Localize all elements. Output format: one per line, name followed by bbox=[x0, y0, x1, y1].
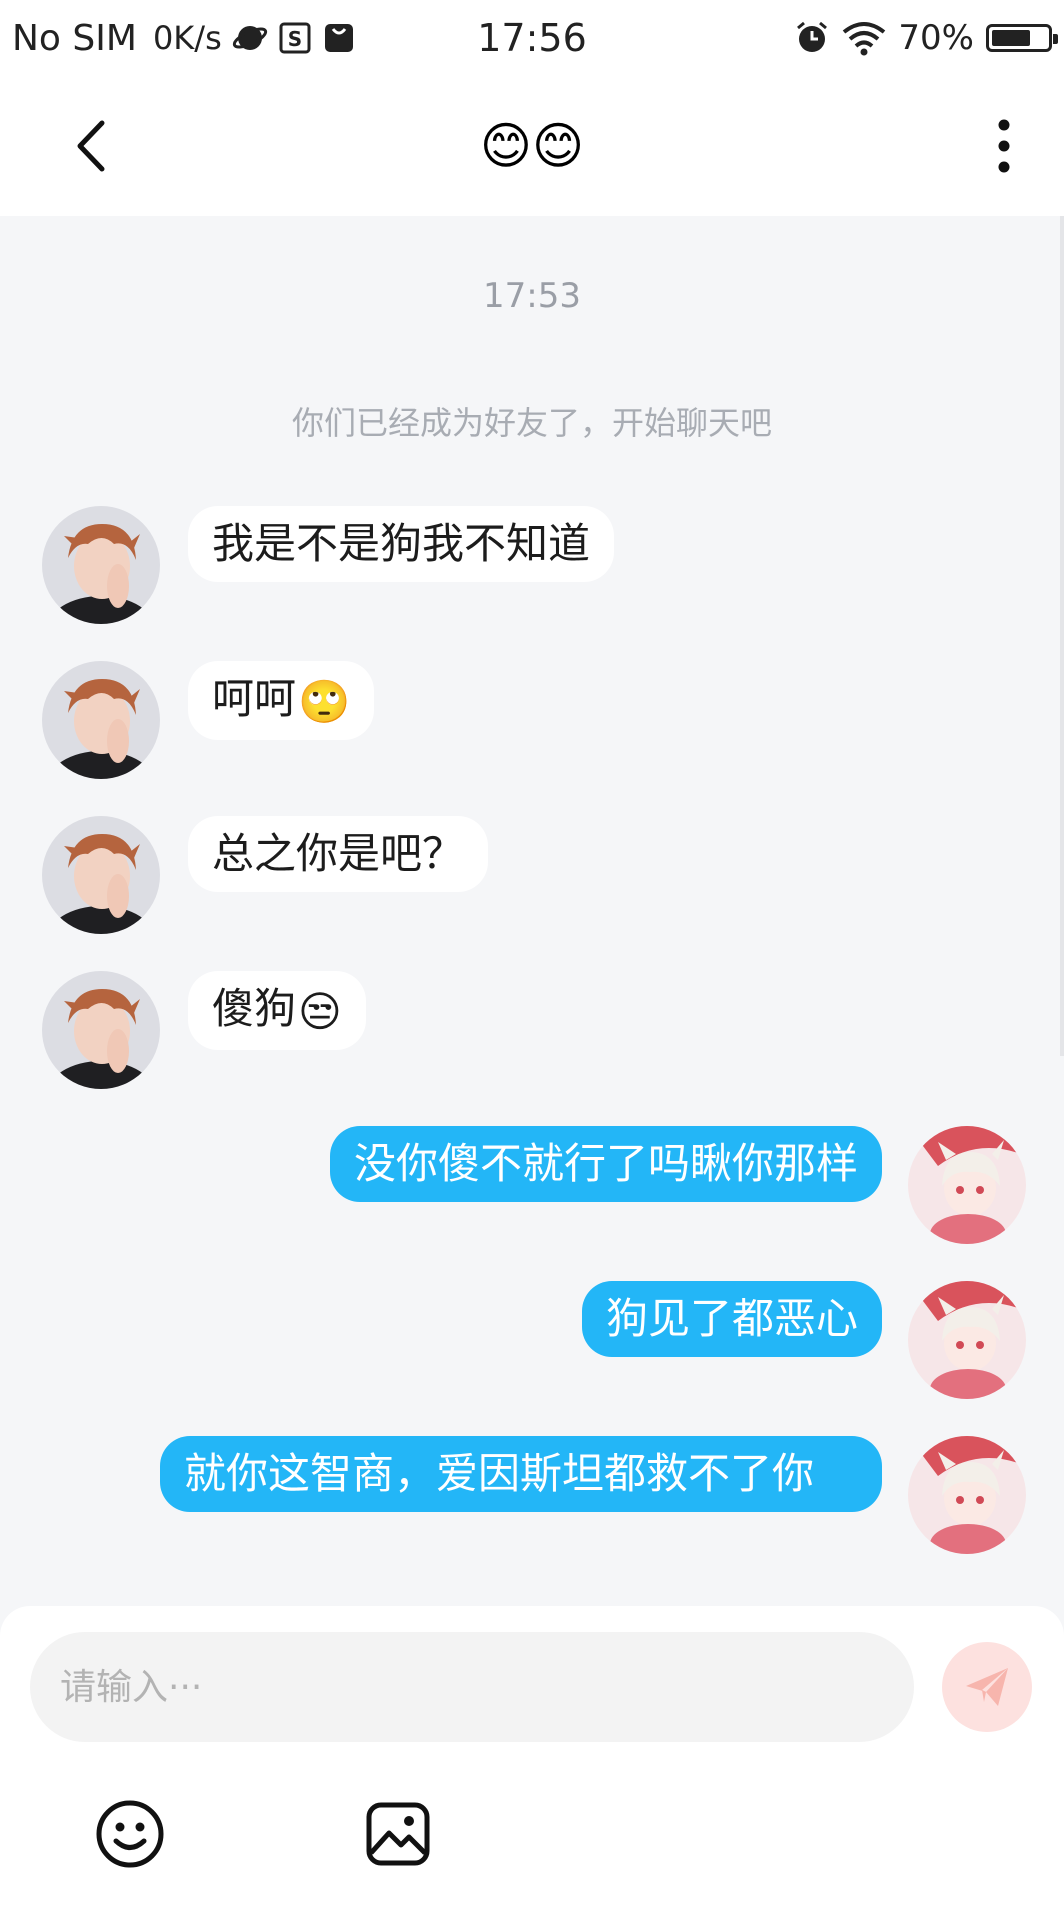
battery-icon bbox=[986, 24, 1058, 52]
message-text: 狗见了都恶心 bbox=[605, 1294, 858, 1343]
more-button[interactable] bbox=[984, 116, 1024, 176]
message-input[interactable] bbox=[30, 1632, 914, 1742]
message-row: 傻狗😒 bbox=[42, 971, 366, 1089]
emoji-icon bbox=[96, 1800, 164, 1868]
message-bubble[interactable]: 狗见了都恶心 bbox=[581, 1281, 882, 1357]
message-row: 就你这智商，爱因斯坦都救不了你 bbox=[160, 1436, 1026, 1554]
contact-avatar[interactable] bbox=[42, 506, 160, 624]
message-text: 傻狗 bbox=[212, 984, 297, 1033]
message-text: 没你傻不就行了吗瞅你那样 bbox=[353, 1139, 858, 1188]
my-avatar[interactable] bbox=[908, 1126, 1026, 1244]
send-button[interactable] bbox=[942, 1642, 1032, 1732]
message-bubble[interactable]: 就你这智商，爱因斯坦都救不了你 bbox=[160, 1436, 882, 1512]
message-row: 我是不是狗我不知道 bbox=[42, 506, 615, 624]
contact-avatar[interactable] bbox=[42, 816, 160, 934]
message-text: 就你这智商，爱因斯坦都救不了你 bbox=[184, 1449, 815, 1498]
message-text: 总之你是吧？ bbox=[212, 829, 465, 878]
scrollbar[interactable] bbox=[1060, 216, 1064, 1056]
my-avatar[interactable] bbox=[908, 1281, 1026, 1399]
message-bubble[interactable]: 傻狗😒 bbox=[188, 971, 366, 1050]
emoji-button[interactable] bbox=[90, 1794, 170, 1874]
message-text: 我是不是狗我不知道 bbox=[212, 519, 591, 568]
contact-avatar[interactable] bbox=[42, 661, 160, 779]
eye-roll-emoji: 🙄 bbox=[298, 676, 351, 726]
image-button[interactable] bbox=[358, 1794, 438, 1874]
message-row: 没你傻不就行了吗瞅你那样 bbox=[329, 1126, 1026, 1244]
message-row: 呵呵🙄 bbox=[42, 661, 375, 779]
contact-avatar[interactable] bbox=[42, 971, 160, 1089]
more-vertical-icon bbox=[998, 119, 1010, 173]
message-row: 总之你是吧？ bbox=[42, 816, 489, 934]
status-bar: No SIM 0K/s S 17:56 70% bbox=[0, 0, 1064, 76]
unamused-emoji: 😒 bbox=[298, 986, 342, 1036]
wifi-icon bbox=[842, 20, 886, 56]
chat-screen: No SIM 0K/s S 17:56 70% 😊😊 17:53 你们已经成为好… bbox=[0, 0, 1064, 1918]
message-text: 呵呵 bbox=[212, 674, 297, 723]
message-bubble[interactable]: 没你傻不就行了吗瞅你那样 bbox=[329, 1126, 882, 1202]
message-row: 狗见了都恶心 bbox=[581, 1281, 1026, 1399]
battery-percent: 70% bbox=[898, 18, 974, 58]
composer bbox=[0, 1606, 1064, 1918]
message-timestamp: 17:53 bbox=[483, 276, 581, 316]
message-bubble[interactable]: 我是不是狗我不知道 bbox=[188, 506, 615, 582]
system-notice: 你们已经成为好友了，开始聊天吧 bbox=[291, 404, 772, 442]
send-icon bbox=[966, 1668, 1008, 1706]
chat-title: 😊😊 bbox=[479, 117, 585, 175]
message-bubble[interactable]: 总之你是吧？ bbox=[188, 816, 489, 892]
my-avatar[interactable] bbox=[908, 1436, 1026, 1554]
alarm-icon bbox=[794, 20, 830, 56]
chat-header: 😊😊 bbox=[0, 76, 1064, 216]
image-icon bbox=[366, 1802, 430, 1866]
message-bubble[interactable]: 呵呵🙄 bbox=[188, 661, 375, 740]
message-list[interactable]: 17:53 你们已经成为好友了，开始聊天吧 我是不是狗我不知道 呵呵🙄 总之你是… bbox=[0, 216, 1064, 1606]
